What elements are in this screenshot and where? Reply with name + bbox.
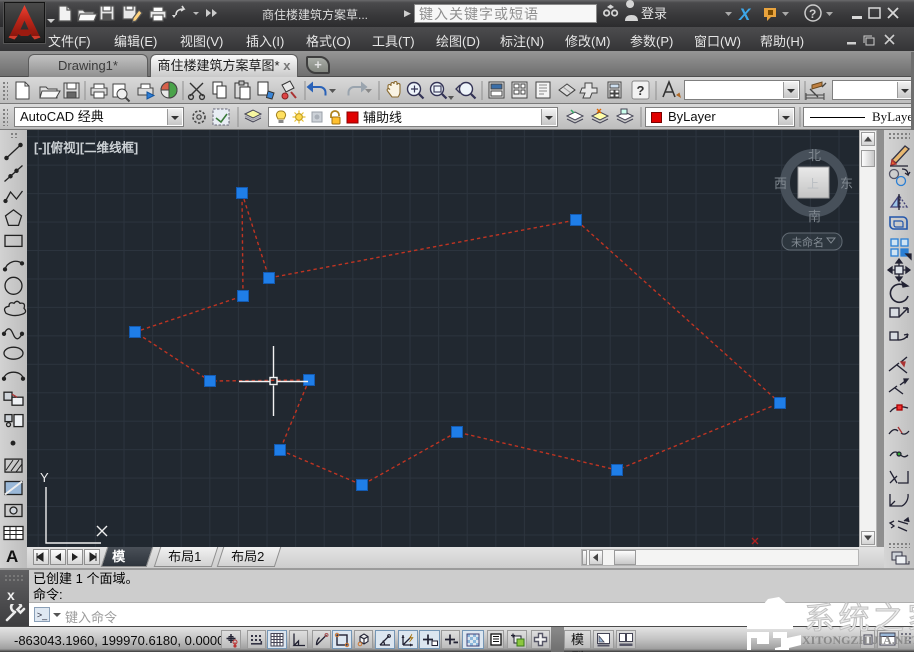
svg-text:?: ?	[809, 7, 816, 21]
svg-text:南: 南	[808, 209, 821, 224]
svg-text:西: 西	[774, 176, 787, 191]
svg-text:上: 上	[807, 177, 819, 191]
svg-text:登录: 登录	[641, 6, 667, 21]
svg-text:Y: Y	[40, 470, 49, 485]
svg-text:XITONGZHIJIA.NET: XITONGZHIJIA.NET	[802, 633, 914, 647]
svg-text:A: A	[6, 547, 18, 566]
svg-text:未命名: 未命名	[791, 235, 824, 249]
svg-text:北: 北	[808, 148, 821, 163]
svg-text:?: ?	[637, 83, 645, 98]
svg-text:系统之家: 系统之家	[804, 601, 914, 636]
svg-text:[-][俯视][二维线框]: [-][俯视][二维线框]	[34, 140, 138, 155]
svg-text:东: 东	[840, 176, 853, 191]
svg-text:X: X	[738, 5, 752, 24]
